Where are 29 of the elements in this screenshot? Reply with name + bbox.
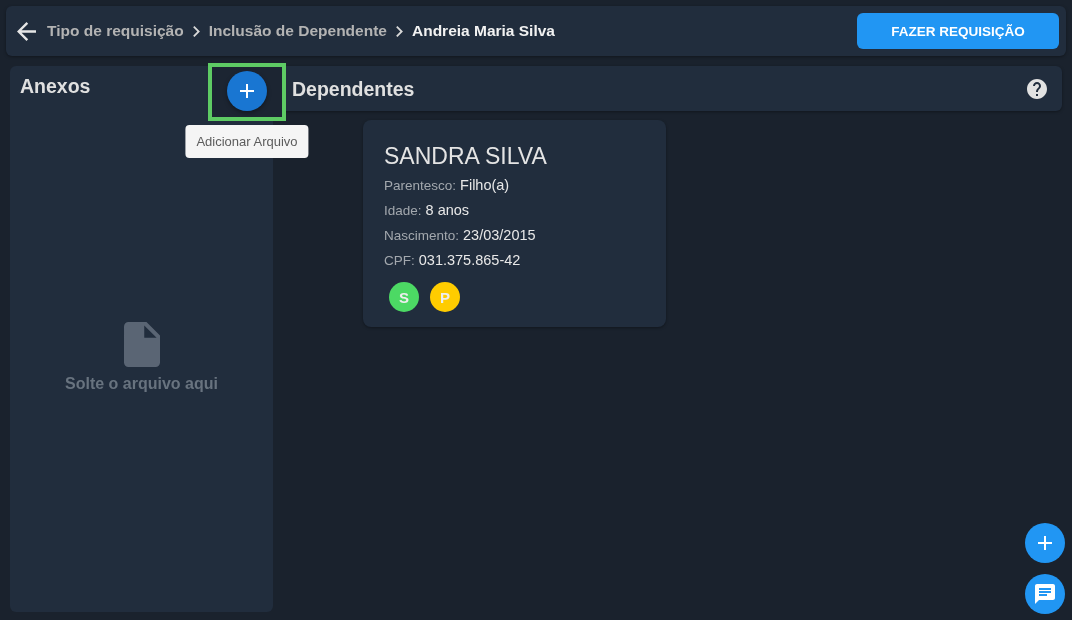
chat-fab-button[interactable] [1025,574,1065,614]
back-arrow-icon[interactable] [17,21,36,41]
chevron-right-icon [395,25,403,37]
breadcrumb-current: Andreia Maria Silva [411,22,555,40]
file-icon [123,322,160,367]
field-label: CPF: [384,253,415,268]
field-value: Filho(a) [460,177,510,193]
letter-badge: P [430,282,460,312]
chevron-right-icon [192,25,200,37]
field-label: Parentesco: [384,178,457,193]
field-label: Nascimento: [384,228,460,243]
field-value: 031.375.865-42 [418,252,521,268]
tooltip: Adicionar Arquivo [185,125,309,158]
help-icon[interactable] [1027,78,1047,99]
field-value: 23/03/2015 [463,227,536,243]
plus-icon [1038,536,1052,550]
add-fab-button[interactable] [1025,523,1065,563]
field-value: 8 anos [425,202,470,218]
panel-title: Dependentes [292,76,415,101]
chat-icon [1035,584,1055,604]
breadcrumb-link[interactable]: Tipo de requisição [47,22,184,40]
dependent-name: SANDRA SILVA [384,142,548,170]
panel-title: Anexos [20,74,91,98]
dropzone-text: Solte o arquivo aqui [65,375,218,393]
breadcrumb-link[interactable]: Inclusão de Dependente [208,22,387,40]
letter-badge: S [389,282,419,312]
dependent-card[interactable]: SANDRA SILVA Parentesco: Filho(a) Idade: 8 anos Nascimento: 23/03/2015 CPF: 031.375.865-42 S P [363,120,666,327]
field-label: Idade: [384,203,422,218]
plus-icon [240,84,254,98]
